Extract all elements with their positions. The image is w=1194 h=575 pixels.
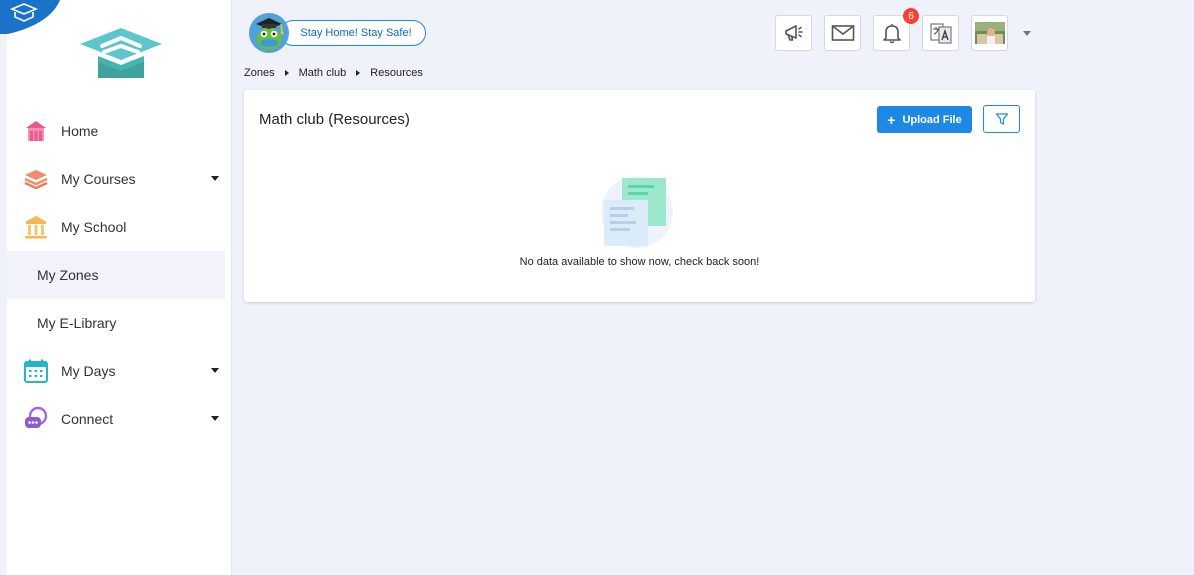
sidebar-item-label: My Courses (61, 171, 136, 187)
sidebar-nav: Home My Courses My School My Zones My E-… (7, 107, 225, 443)
sidebar: Home My Courses My School My Zones My E-… (0, 0, 232, 575)
filter-icon (995, 113, 1008, 125)
bell-icon (882, 24, 901, 44)
plus-icon: + (887, 111, 896, 128)
notification-count-badge: 6 (903, 8, 919, 24)
messages-button[interactable] (824, 15, 861, 51)
filter-button[interactable] (983, 105, 1020, 133)
sidebar-item-label: My Zones (37, 267, 99, 283)
user-menu-button[interactable] (971, 15, 1008, 51)
sidebar-item-connect[interactable]: Connect (7, 395, 225, 443)
home-icon (23, 118, 49, 144)
sidebar-item-my-zones[interactable]: My Zones (7, 251, 225, 299)
resources-card: Math club (Resources) + Upload File No d… (244, 90, 1035, 302)
empty-state-message: No data available to show now, check bac… (519, 256, 760, 268)
sidebar-item-label: Connect (61, 411, 114, 427)
stay-safe-label: Stay Home! Stay Safe! (280, 20, 426, 46)
translate-icon (929, 23, 952, 44)
mascot-icon (249, 13, 289, 53)
announcements-button[interactable] (775, 15, 812, 51)
chat-icon (23, 406, 49, 432)
sidebar-item-label: My School (61, 219, 127, 235)
chevron-down-icon[interactable] (1023, 31, 1031, 36)
stay-safe-banner[interactable]: Stay Home! Stay Safe! (248, 13, 426, 53)
courses-icon (23, 166, 49, 192)
school-icon (23, 214, 49, 240)
sidebar-item-my-days[interactable]: My Days (7, 347, 225, 395)
empty-documents-icon (601, 176, 673, 248)
breadcrumb-resources: Resources (370, 67, 423, 79)
page-title: Math club (Resources) (259, 111, 410, 128)
megaphone-icon (784, 25, 803, 41)
breadcrumb-math-club[interactable]: Math club (299, 67, 347, 79)
school-logo-icon[interactable] (78, 26, 164, 82)
envelope-icon (831, 25, 854, 41)
breadcrumb-separator-icon (284, 70, 289, 76)
upload-file-button[interactable]: + Upload File (877, 106, 972, 133)
sidebar-item-label: My E-Library (37, 315, 117, 331)
sidebar-edge (0, 0, 7, 575)
breadcrumb-zones[interactable]: Zones (244, 67, 275, 79)
breadcrumb: Zones Math club Resources (244, 67, 423, 79)
sidebar-item-my-school[interactable]: My School (7, 203, 225, 251)
sidebar-item-label: Home (61, 123, 99, 139)
chevron-down-icon[interactable] (211, 176, 219, 181)
corner-logo-icon[interactable] (0, 0, 62, 34)
sidebar-item-my-courses[interactable]: My Courses (7, 155, 225, 203)
chevron-down-icon[interactable] (211, 416, 219, 421)
breadcrumb-separator-icon (356, 70, 361, 76)
upload-file-label: Upload File (902, 113, 962, 126)
chevron-down-icon[interactable] (211, 368, 219, 373)
language-button[interactable] (922, 15, 959, 51)
sidebar-item-home[interactable]: Home (7, 107, 225, 155)
avatar (974, 22, 1005, 44)
sidebar-item-label: My Days (61, 363, 116, 379)
calendar-icon (23, 358, 49, 384)
sidebar-item-my-e-library[interactable]: My E-Library (7, 299, 225, 347)
